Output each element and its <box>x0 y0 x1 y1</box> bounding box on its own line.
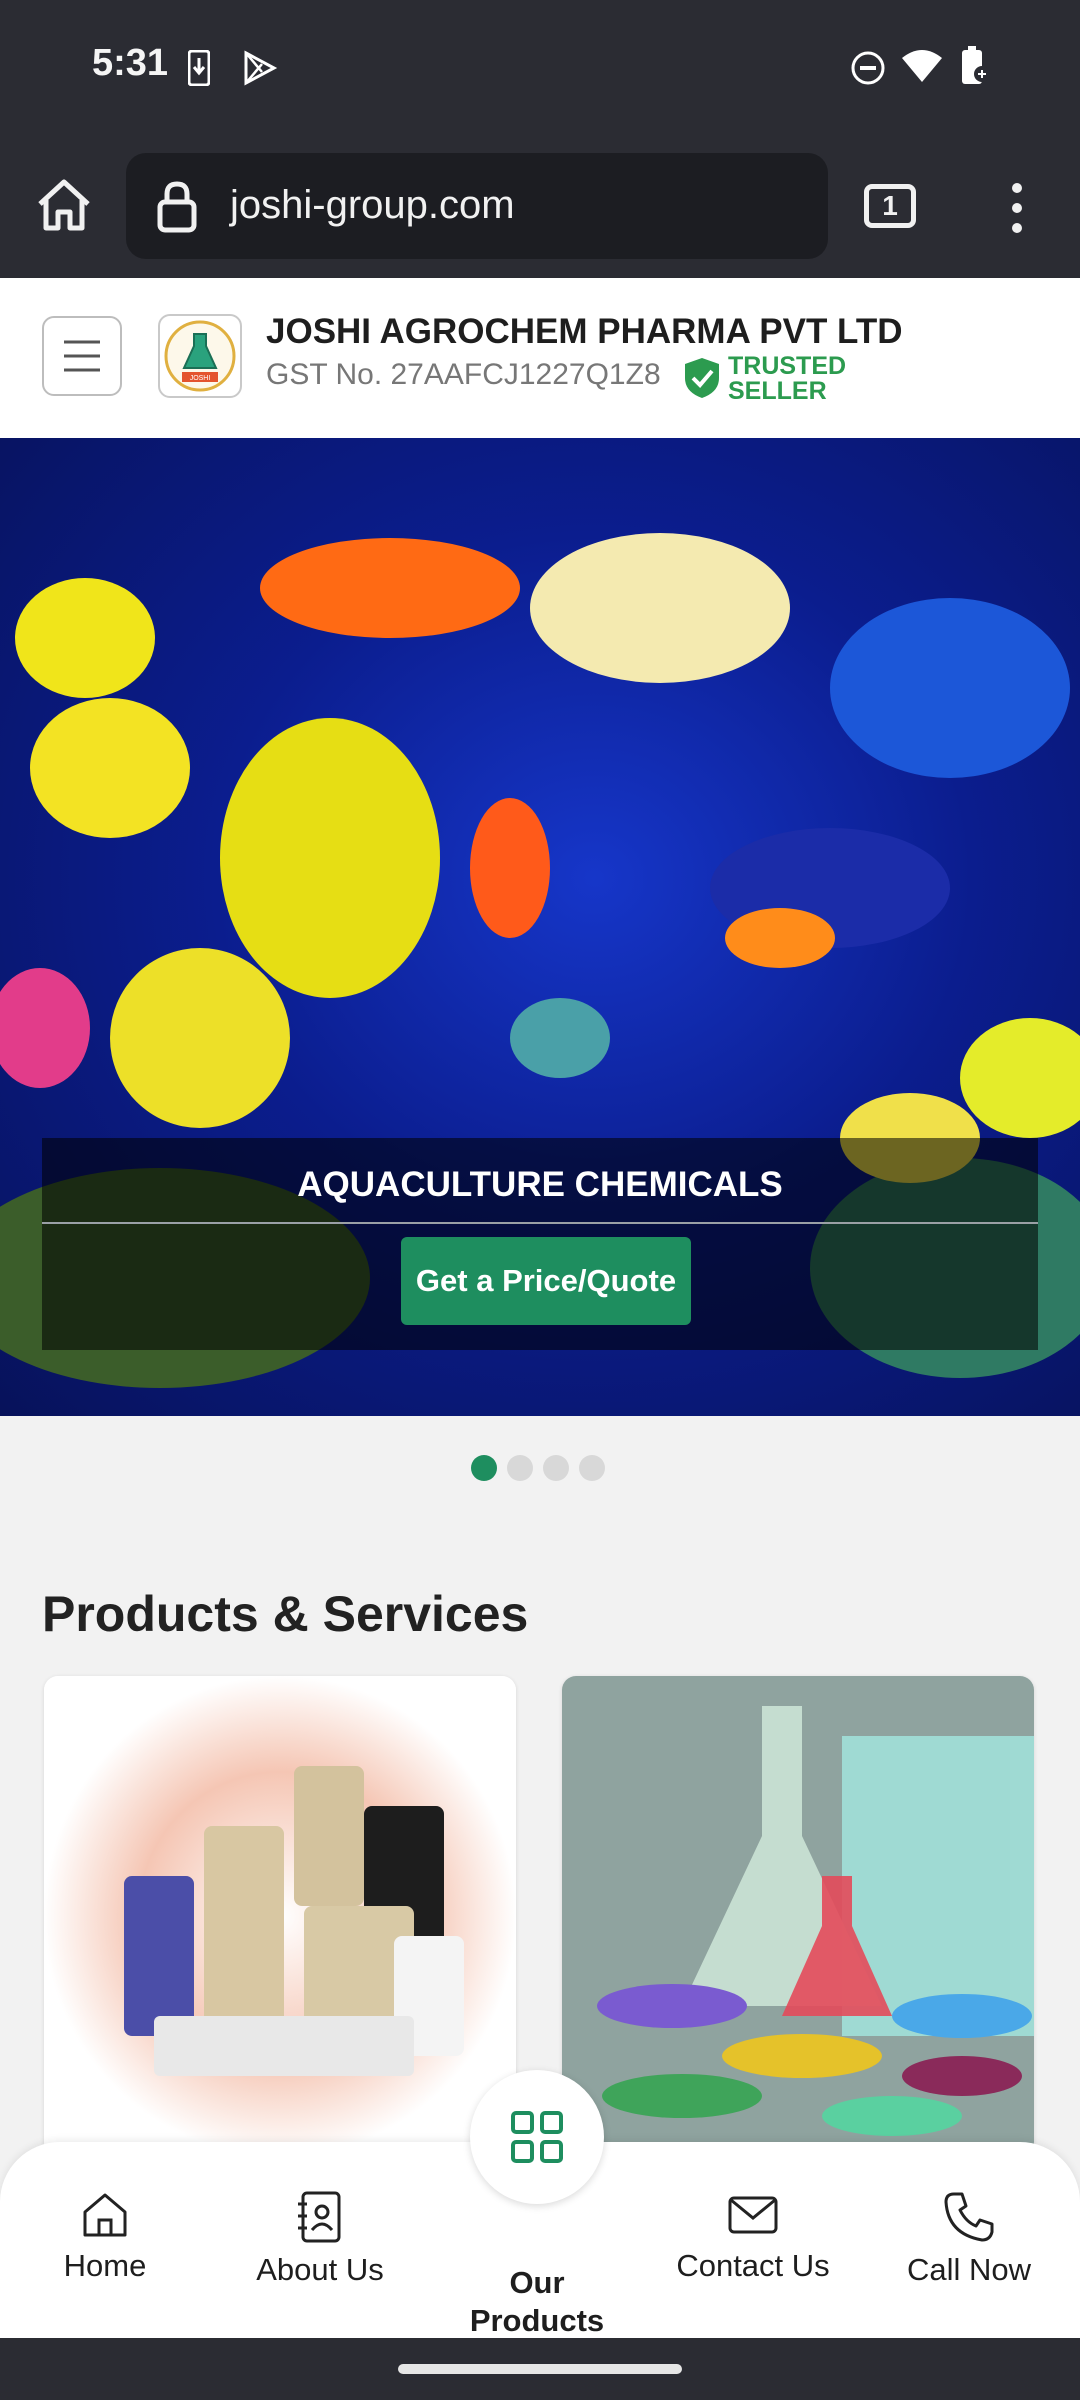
company-name: JOSHI AGROCHEM PHARMA PVT LTD <box>266 312 903 351</box>
hero-caption: AQUACULTURE CHEMICALS <box>297 1165 783 1204</box>
play-store-icon <box>244 50 278 86</box>
hamburger-menu-button[interactable] <box>42 316 122 396</box>
nav-home[interactable]: Home <box>5 2190 205 2284</box>
home-icon[interactable] <box>34 176 94 232</box>
phone-icon <box>944 2192 994 2242</box>
carousel-dot[interactable] <box>471 1455 497 1481</box>
mail-icon <box>728 2196 778 2234</box>
chemical-drums-image <box>44 1676 516 2156</box>
home-icon <box>83 2193 127 2237</box>
product-card[interactable] <box>562 1676 1034 2156</box>
shield-check-icon <box>685 358 719 398</box>
do-not-disturb-icon <box>851 51 885 85</box>
trusted-label: TRUSTED <box>728 352 847 380</box>
company-logo[interactable]: JOSHI <box>158 314 242 398</box>
carousel-dot[interactable] <box>543 1455 569 1481</box>
lab-glassware-image <box>562 1676 1034 2156</box>
nav-call-now[interactable]: Call Now <box>869 2190 1069 2288</box>
nav-our-products[interactable]: Our Products <box>437 2226 637 2340</box>
menu-icon <box>64 340 100 372</box>
product-card[interactable] <box>44 1676 516 2156</box>
battery-icon <box>962 46 990 84</box>
tab-switcher-button[interactable]: 1 <box>864 184 916 228</box>
nav-products-label: Our Products <box>469 2265 605 2338</box>
more-options-icon[interactable] <box>1004 180 1030 236</box>
nav-call-label: Call Now <box>906 2252 1032 2287</box>
status-time: 5:31 <box>92 42 169 84</box>
tab-count: 1 <box>882 190 898 221</box>
gst-number: GST No. 27AAFCJ1227Q1Z8 <box>266 358 661 391</box>
download-notification-icon <box>188 50 210 86</box>
carousel-dot[interactable] <box>507 1455 533 1481</box>
our-products-fab[interactable] <box>470 2070 604 2204</box>
contacts-book-icon <box>298 2191 341 2243</box>
caption-divider <box>42 1222 1038 1224</box>
nav-home-label: Home <box>63 2248 147 2283</box>
carousel-dot[interactable] <box>579 1455 605 1481</box>
products-section-title: Products & Services <box>42 1586 529 1642</box>
url-text[interactable]: joshi-group.com <box>230 183 515 228</box>
wifi-icon <box>902 50 942 82</box>
nav-contact-us[interactable]: Contact Us <box>653 2190 853 2284</box>
nav-contact-label: Contact Us <box>676 2248 830 2283</box>
nav-about-label: About Us <box>256 2252 384 2287</box>
trusted-seller-badge: TRUSTED SELLER <box>728 354 846 404</box>
grid-icon <box>511 2111 563 2163</box>
logo-text: JOSHI <box>190 375 211 382</box>
lock-icon <box>157 181 197 233</box>
seller-label: SELLER <box>728 377 827 405</box>
gesture-handle[interactable] <box>398 2364 682 2374</box>
get-quote-button[interactable]: Get a Price/Quote <box>401 1237 691 1325</box>
nav-about-us[interactable]: About Us <box>220 2190 420 2288</box>
flask-logo-icon: JOSHI <box>164 320 236 392</box>
